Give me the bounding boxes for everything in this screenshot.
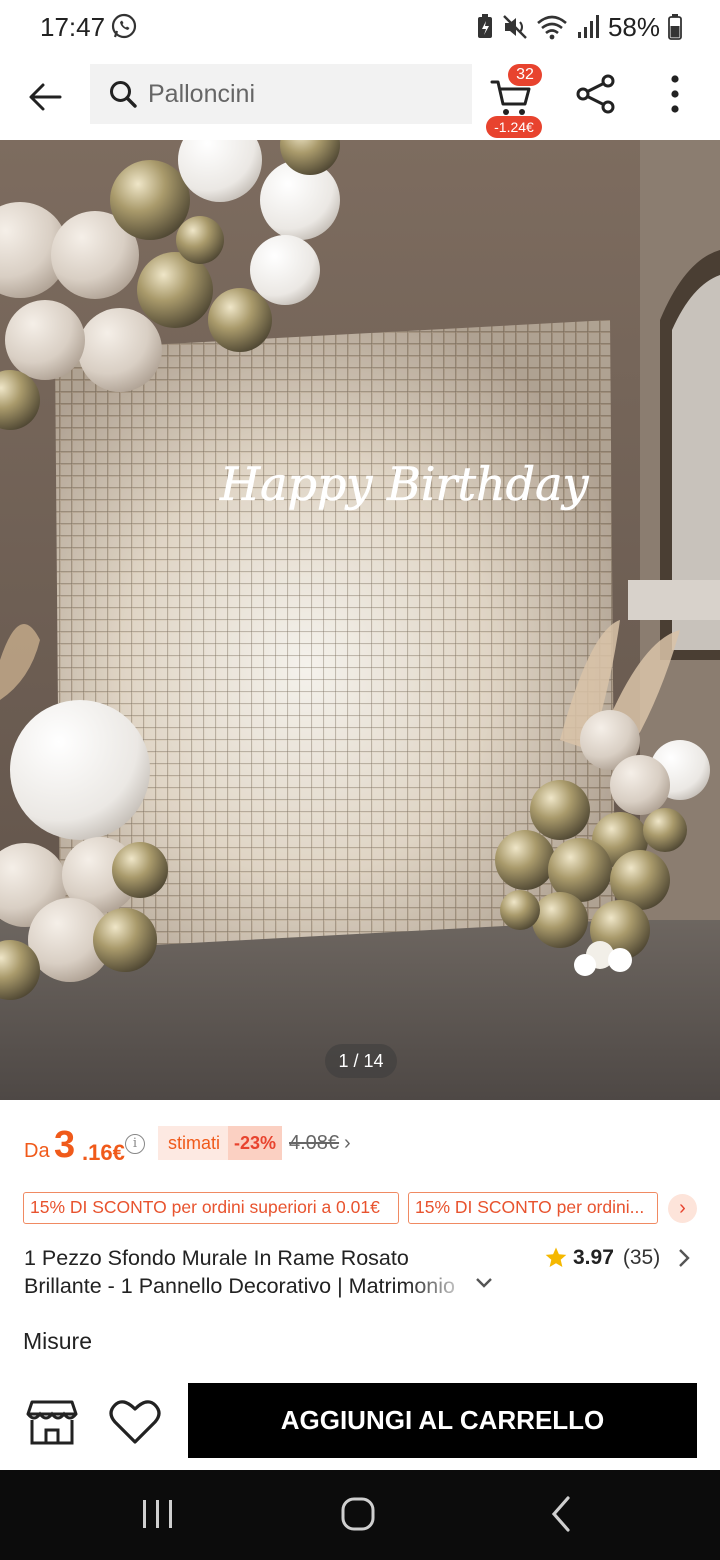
chevron-right-icon[interactable]: › bbox=[344, 1132, 351, 1155]
heart-icon[interactable] bbox=[108, 1398, 162, 1446]
status-bar: 17:47 58% bbox=[0, 0, 720, 56]
whatsapp-icon bbox=[111, 13, 137, 39]
chevron-down-icon[interactable] bbox=[474, 1276, 494, 1290]
product-photo: Happy Birthday bbox=[0, 140, 720, 1100]
info-icon[interactable]: i bbox=[125, 1134, 145, 1154]
price-integer: 3 bbox=[54, 1124, 76, 1166]
neon-sign: Happy Birthday bbox=[219, 457, 590, 511]
battery-saver-icon bbox=[477, 14, 492, 38]
rating-summary[interactable]: 3.97 (35) bbox=[544, 1244, 660, 1272]
price-decimal: .16€ bbox=[82, 1140, 125, 1165]
cart-count-badge: 32 bbox=[508, 64, 542, 86]
coupon-chip[interactable]: 15% DI SCONTO per ordini... bbox=[408, 1192, 658, 1224]
signal-icon bbox=[577, 15, 599, 38]
balloon-cluster-bottom-left bbox=[0, 700, 168, 1000]
home-icon[interactable] bbox=[336, 1492, 380, 1536]
coupon-chip[interactable]: 15% DI SCONTO per ordini superiori a 0.0… bbox=[23, 1192, 399, 1224]
top-navigation: Palloncini 32 -1.24€ bbox=[0, 56, 720, 140]
estimated-discount-tag[interactable]: stimati -23% bbox=[158, 1126, 283, 1160]
add-to-cart-button[interactable]: AGGIUNGI AL CARRELLO bbox=[188, 1383, 697, 1458]
cart-button[interactable]: 32 -1.24€ bbox=[486, 62, 544, 138]
more-options-button[interactable] bbox=[658, 72, 692, 116]
recents-icon[interactable] bbox=[138, 1494, 178, 1534]
original-price: 4.08€ bbox=[289, 1132, 340, 1154]
rating-value: 3.97 bbox=[573, 1246, 614, 1269]
product-title-line-1: 1 Pezzo Sfondo Murale In Rame Rosato bbox=[24, 1246, 409, 1270]
battery-percent: 58% bbox=[607, 11, 660, 42]
price-row: Da 3 .16€ i stimati -23% 4.08€ › bbox=[24, 1124, 704, 1168]
star-icon bbox=[545, 1247, 567, 1267]
product-title-line-2: Brillante - 1 Pannello Decorativo | Matr… bbox=[24, 1274, 455, 1298]
coupon-more-button[interactable]: › bbox=[668, 1194, 697, 1223]
back-button[interactable] bbox=[22, 74, 68, 120]
system-navigation-bar bbox=[0, 1470, 720, 1560]
image-counter: 1 / 14 bbox=[325, 1044, 397, 1078]
search-input[interactable]: Palloncini bbox=[148, 80, 255, 109]
size-section-label[interactable]: Misure bbox=[23, 1328, 92, 1355]
battery-icon bbox=[668, 14, 682, 40]
discount-percent: -23% bbox=[228, 1126, 283, 1160]
search-icon bbox=[110, 81, 137, 108]
estimated-label: stimati bbox=[168, 1132, 221, 1153]
review-count: (35) bbox=[622, 1246, 661, 1269]
store-icon[interactable] bbox=[26, 1398, 78, 1446]
bottom-action-bar: AGGIUNGI AL CARRELLO bbox=[0, 1372, 720, 1470]
status-icons: 58% bbox=[476, 10, 682, 44]
share-button[interactable] bbox=[574, 72, 618, 116]
product-image-gallery[interactable]: Happy Birthday 1 / 14 bbox=[0, 140, 720, 1100]
share-icon bbox=[576, 74, 615, 114]
price-prefix: Da bbox=[24, 1140, 50, 1162]
wifi-icon bbox=[537, 15, 567, 40]
status-time: 17:47 bbox=[40, 12, 106, 42]
chevron-right-icon[interactable] bbox=[676, 1246, 692, 1270]
product-title[interactable]: 1 Pezzo Sfondo Murale In Rame Rosato Bri… bbox=[24, 1244, 474, 1300]
back-arrow-icon bbox=[29, 83, 62, 111]
cart-savings-badge: -1.24€ bbox=[486, 116, 542, 138]
more-vertical-icon bbox=[671, 75, 679, 113]
mute-icon bbox=[503, 15, 527, 39]
back-nav-icon[interactable] bbox=[544, 1492, 578, 1536]
search-bar[interactable]: Palloncini bbox=[90, 64, 472, 124]
